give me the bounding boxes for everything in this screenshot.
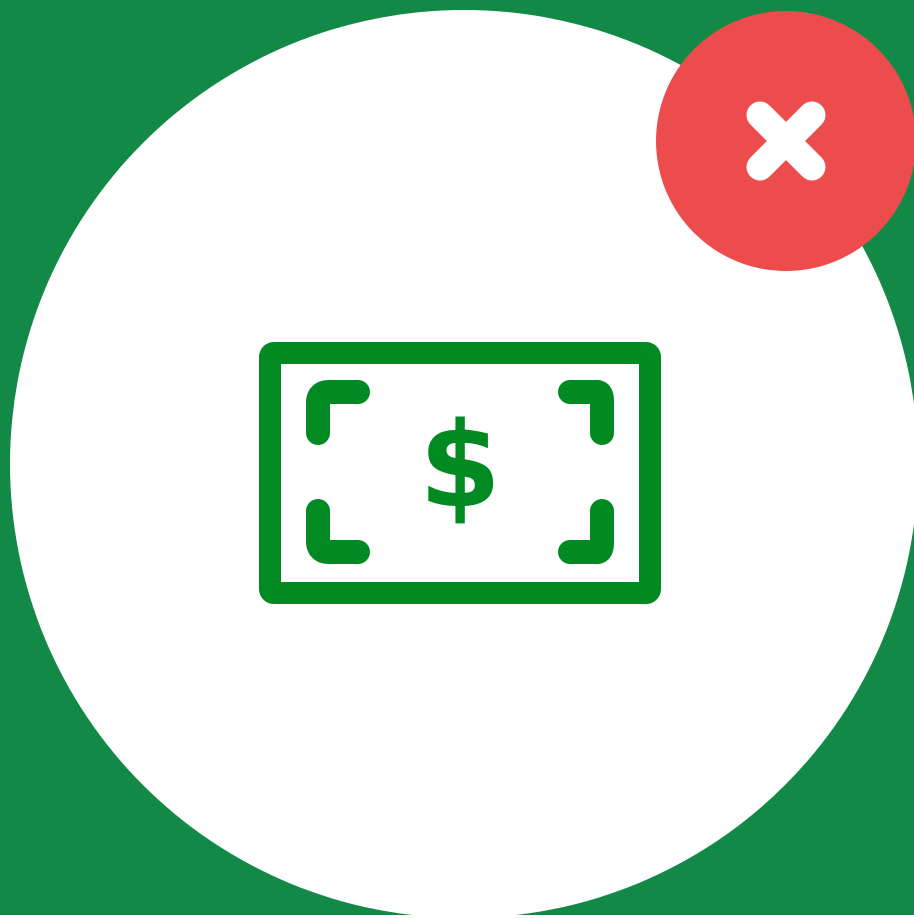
corner-bottom-right: [558, 499, 614, 564]
corner-top-right: [558, 380, 614, 445]
corner-bottom-left: [306, 499, 370, 564]
dollar-sign: $: [419, 396, 501, 534]
corner-top-left: [306, 380, 370, 445]
dismiss-button[interactable]: [656, 11, 914, 271]
dollar-bill-icon: $: [259, 342, 661, 604]
close-icon: [746, 101, 826, 181]
